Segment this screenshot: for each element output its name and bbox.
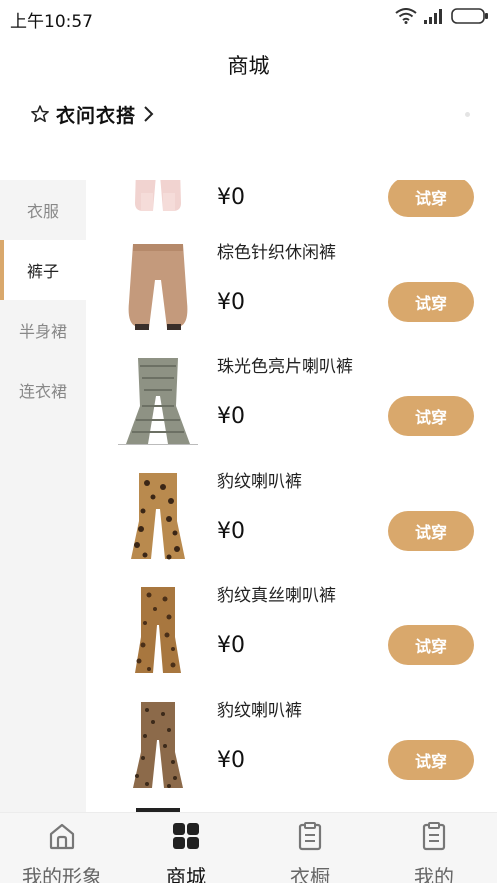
status-time: 上午10:57 [10, 12, 93, 32]
try-on-button[interactable]: 试穿 [388, 282, 474, 322]
try-on-button[interactable]: 试穿 [388, 180, 474, 217]
product-image-leopard-flare-pants-2 [100, 696, 216, 796]
wifi-icon [395, 8, 417, 24]
sidebar-item-skirts[interactable]: 半身裙 [0, 300, 86, 360]
clipboard-icon [422, 822, 446, 851]
product-name: 豹纹真丝喇叭裤 [217, 586, 336, 606]
sidebar-item-pants[interactable]: 裤子 [0, 240, 86, 300]
product-price: ¥0 [217, 633, 245, 658]
status-icons [395, 8, 489, 24]
tab-label: 我的 [414, 865, 454, 883]
decorative-dot [465, 112, 470, 117]
product-item[interactable]: 珠光色亮片喇叭裤 ¥0 试穿 [86, 352, 497, 467]
product-name: 豹纹喇叭裤 [217, 472, 302, 492]
product-price: ¥0 [217, 404, 245, 429]
product-item[interactable]: 豹纹喇叭裤 ¥0 试穿 [86, 696, 497, 811]
try-on-button[interactable]: 试穿 [388, 511, 474, 551]
category-sidebar: 衣服 裤子 半身裙 连衣裙 [0, 180, 86, 812]
chevron-right-icon [144, 106, 154, 122]
tab-label: 衣橱 [290, 865, 330, 883]
home-icon [49, 823, 75, 850]
product-price: ¥0 [217, 290, 245, 315]
product-item[interactable]: 棕色针织休闲裤 ¥0 试穿 [86, 238, 497, 353]
product-price: ¥0 [217, 519, 245, 544]
product-name: 珠光色亮片喇叭裤 [217, 357, 353, 377]
product-item[interactable]: 豹纹真丝喇叭裤 ¥0 试穿 [86, 581, 497, 696]
product-image-pink-pants [100, 180, 216, 233]
product-item[interactable]: 豹纹喇叭裤 ¥0 试穿 [86, 467, 497, 582]
try-on-button[interactable]: 试穿 [388, 625, 474, 665]
product-price: ¥0 [217, 748, 245, 773]
product-image-sequin-flare-pants [100, 352, 216, 452]
grid-icon [173, 823, 199, 849]
product-price: ¥0 [217, 185, 245, 210]
product-name: 豹纹喇叭裤 [217, 701, 302, 721]
sidebar-item-label: 衣服 [26, 202, 59, 221]
signal-icon [424, 9, 442, 24]
sidebar-item-clothes[interactable]: 衣服 [0, 180, 86, 240]
try-on-button[interactable]: 试穿 [388, 396, 474, 436]
sidebar-item-label: 半身裙 [18, 322, 67, 341]
tab-my-image[interactable]: 我的形象 [0, 813, 124, 883]
sidebar-item-dresses[interactable]: 连衣裙 [0, 360, 86, 420]
clipboard-icon [298, 822, 322, 851]
try-on-button[interactable]: 试穿 [388, 740, 474, 780]
product-image-leopard-silk-flare-pants [100, 581, 216, 681]
brand-label: 衣问衣搭 [56, 104, 137, 127]
battery-icon [451, 8, 488, 24]
tab-label: 商城 [166, 865, 206, 883]
tab-mall[interactable]: 商城 [124, 813, 248, 883]
status-bar: 上午10:57 [0, 0, 497, 34]
tab-mine[interactable]: 我的 [372, 813, 496, 883]
product-name: 棕色针织休闲裤 [217, 243, 336, 263]
product-image-brown-knit-pants [100, 238, 216, 338]
page-title: 商城 [227, 54, 270, 78]
product-image-leopard-flare-pants [100, 467, 216, 567]
product-list[interactable]: ¥0 试穿 棕色针织休闲裤 ¥0 试穿 珠光色亮片喇叭裤 ¥0 试穿 豹纹喇叭裤… [86, 180, 497, 812]
sidebar-item-label: 连衣裙 [18, 382, 67, 401]
sidebar-item-label: 裤子 [26, 262, 59, 281]
star-icon [31, 105, 49, 123]
tab-label: 我的形象 [22, 865, 102, 883]
brand-link[interactable]: 衣问衣搭 [30, 100, 156, 128]
tab-wardrobe[interactable]: 衣橱 [248, 813, 372, 883]
bottom-tab-bar: 我的形象 商城 衣橱 我的 [0, 812, 497, 883]
